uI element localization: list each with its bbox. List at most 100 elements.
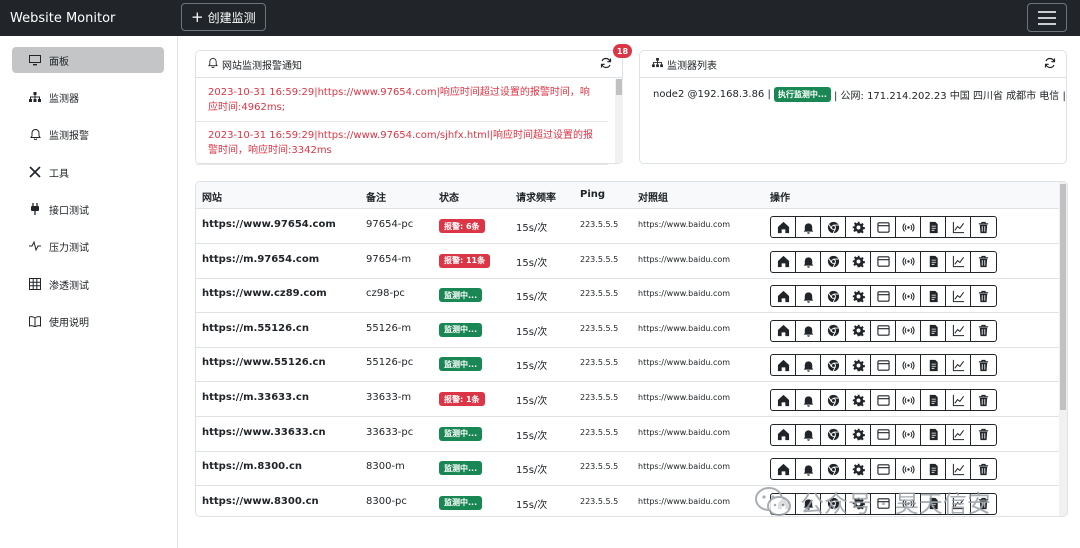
bell-button[interactable] (796, 390, 821, 410)
gear-button[interactable] (846, 390, 871, 410)
trash-button[interactable] (971, 286, 996, 306)
document-button[interactable] (921, 459, 946, 480)
window-button[interactable] (871, 217, 896, 237)
gear-button[interactable] (846, 217, 871, 237)
sidebar-item-docs[interactable]: 使用说明 (12, 308, 164, 334)
chrome-button[interactable] (821, 251, 846, 272)
sidebar-item-stress-test[interactable]: 压力测试 (12, 233, 164, 259)
chart-button[interactable] (946, 217, 971, 237)
broadcast-button[interactable] (896, 390, 921, 410)
trash-button[interactable] (971, 459, 996, 479)
app-title[interactable]: Website Monitor (10, 11, 115, 26)
document-button[interactable] (921, 251, 946, 272)
broadcast-button[interactable] (896, 320, 921, 341)
alerts-scrollbar[interactable] (615, 79, 623, 163)
bell-button[interactable] (796, 286, 821, 307)
gear-button[interactable] (846, 320, 871, 341)
status-badge[interactable]: 监测中... (439, 426, 483, 441)
sidebar-item-pentest[interactable]: 渗透测试 (12, 271, 164, 297)
bell-button[interactable] (796, 251, 821, 272)
window-button[interactable] (871, 390, 896, 410)
gear-button[interactable] (846, 355, 871, 376)
status-badge[interactable]: 报警: 1条 (439, 392, 485, 406)
window-button[interactable] (871, 286, 896, 307)
refresh-icon[interactable] (1044, 57, 1056, 73)
broadcast-button[interactable] (896, 217, 921, 237)
trash-button[interactable] (971, 252, 996, 272)
home-button[interactable] (771, 355, 796, 376)
trash-button[interactable] (971, 217, 996, 237)
chart-button[interactable] (946, 459, 971, 480)
sidebar-item-alerts[interactable]: 监测报警 (12, 121, 164, 147)
home-button[interactable] (771, 390, 796, 410)
status-badge[interactable]: 监测中... (439, 495, 483, 510)
chrome-button[interactable] (821, 459, 846, 480)
document-button[interactable] (921, 286, 946, 307)
document-button[interactable] (921, 217, 946, 237)
site-url[interactable]: https://m.55126.cn (202, 323, 309, 334)
bell-button[interactable] (796, 355, 821, 376)
site-url[interactable]: https://www.55126.cn (202, 357, 326, 368)
window-button[interactable] (871, 459, 896, 480)
chrome-button[interactable] (821, 320, 846, 341)
home-button[interactable] (771, 251, 796, 272)
status-badge[interactable]: 报警: 6条 (439, 219, 485, 233)
window-button[interactable] (871, 355, 896, 376)
gear-button[interactable] (846, 286, 871, 307)
home-button[interactable] (771, 459, 796, 480)
document-button[interactable] (921, 355, 946, 376)
broadcast-button[interactable] (896, 251, 921, 272)
refresh-icon[interactable] (600, 57, 612, 73)
sidebar-item-dashboard[interactable]: 面板 (12, 47, 164, 73)
site-url[interactable]: https://www.33633.cn (202, 427, 326, 438)
trash-button[interactable] (971, 321, 996, 341)
trash-button[interactable] (971, 390, 996, 410)
trash-button[interactable] (971, 425, 996, 445)
bell-button[interactable] (796, 459, 821, 480)
broadcast-button[interactable] (896, 459, 921, 480)
gear-button[interactable] (846, 251, 871, 272)
document-button[interactable] (921, 424, 946, 445)
window-button[interactable] (871, 320, 896, 341)
status-badge[interactable]: 监测中... (439, 288, 483, 303)
gear-button[interactable] (846, 459, 871, 480)
chrome-button[interactable] (821, 390, 846, 410)
chart-button[interactable] (946, 251, 971, 272)
home-button[interactable] (771, 424, 796, 445)
chrome-button[interactable] (821, 217, 846, 237)
document-button[interactable] (921, 320, 946, 341)
sidebar-item-tools[interactable]: 工具 (12, 159, 164, 185)
home-button[interactable] (771, 286, 796, 307)
window-button[interactable] (871, 424, 896, 445)
table-scrollbar[interactable] (1059, 182, 1067, 516)
status-badge[interactable]: 报警: 11条 (439, 253, 491, 268)
site-url[interactable]: https://m.97654.com (202, 254, 319, 265)
alert-item[interactable]: 2023-10-31 16:59:29|https://www.97654.co… (196, 122, 608, 165)
window-button[interactable] (871, 251, 896, 272)
document-button[interactable] (921, 390, 946, 410)
chart-button[interactable] (946, 390, 971, 410)
chart-button[interactable] (946, 424, 971, 445)
site-url[interactable]: https://m.8300.cn (202, 461, 302, 472)
sidebar-item-monitors[interactable]: 监测器 (12, 84, 164, 110)
site-url[interactable]: https://www.8300.cn (202, 496, 319, 507)
chrome-button[interactable] (821, 424, 846, 445)
chart-button[interactable] (946, 320, 971, 341)
site-url[interactable]: https://m.33633.cn (202, 392, 309, 403)
chart-button[interactable] (946, 286, 971, 307)
menu-toggle-button[interactable] (1027, 3, 1067, 32)
status-badge[interactable]: 监测中... (439, 322, 483, 337)
home-button[interactable] (771, 217, 796, 237)
chrome-button[interactable] (821, 355, 846, 376)
status-badge[interactable]: 监测中... (439, 461, 483, 476)
trash-button[interactable] (971, 355, 996, 375)
chart-button[interactable] (946, 355, 971, 376)
site-url[interactable]: https://www.cz89.com (202, 288, 327, 299)
gear-button[interactable] (846, 424, 871, 445)
home-button[interactable] (771, 320, 796, 341)
chrome-button[interactable] (821, 286, 846, 307)
alert-item[interactable]: 2023-10-31 16:59:29|https://www.97654.co… (196, 79, 608, 122)
broadcast-button[interactable] (896, 286, 921, 307)
create-monitor-button[interactable]: + 创建监测 (181, 3, 266, 31)
bell-button[interactable] (796, 424, 821, 445)
